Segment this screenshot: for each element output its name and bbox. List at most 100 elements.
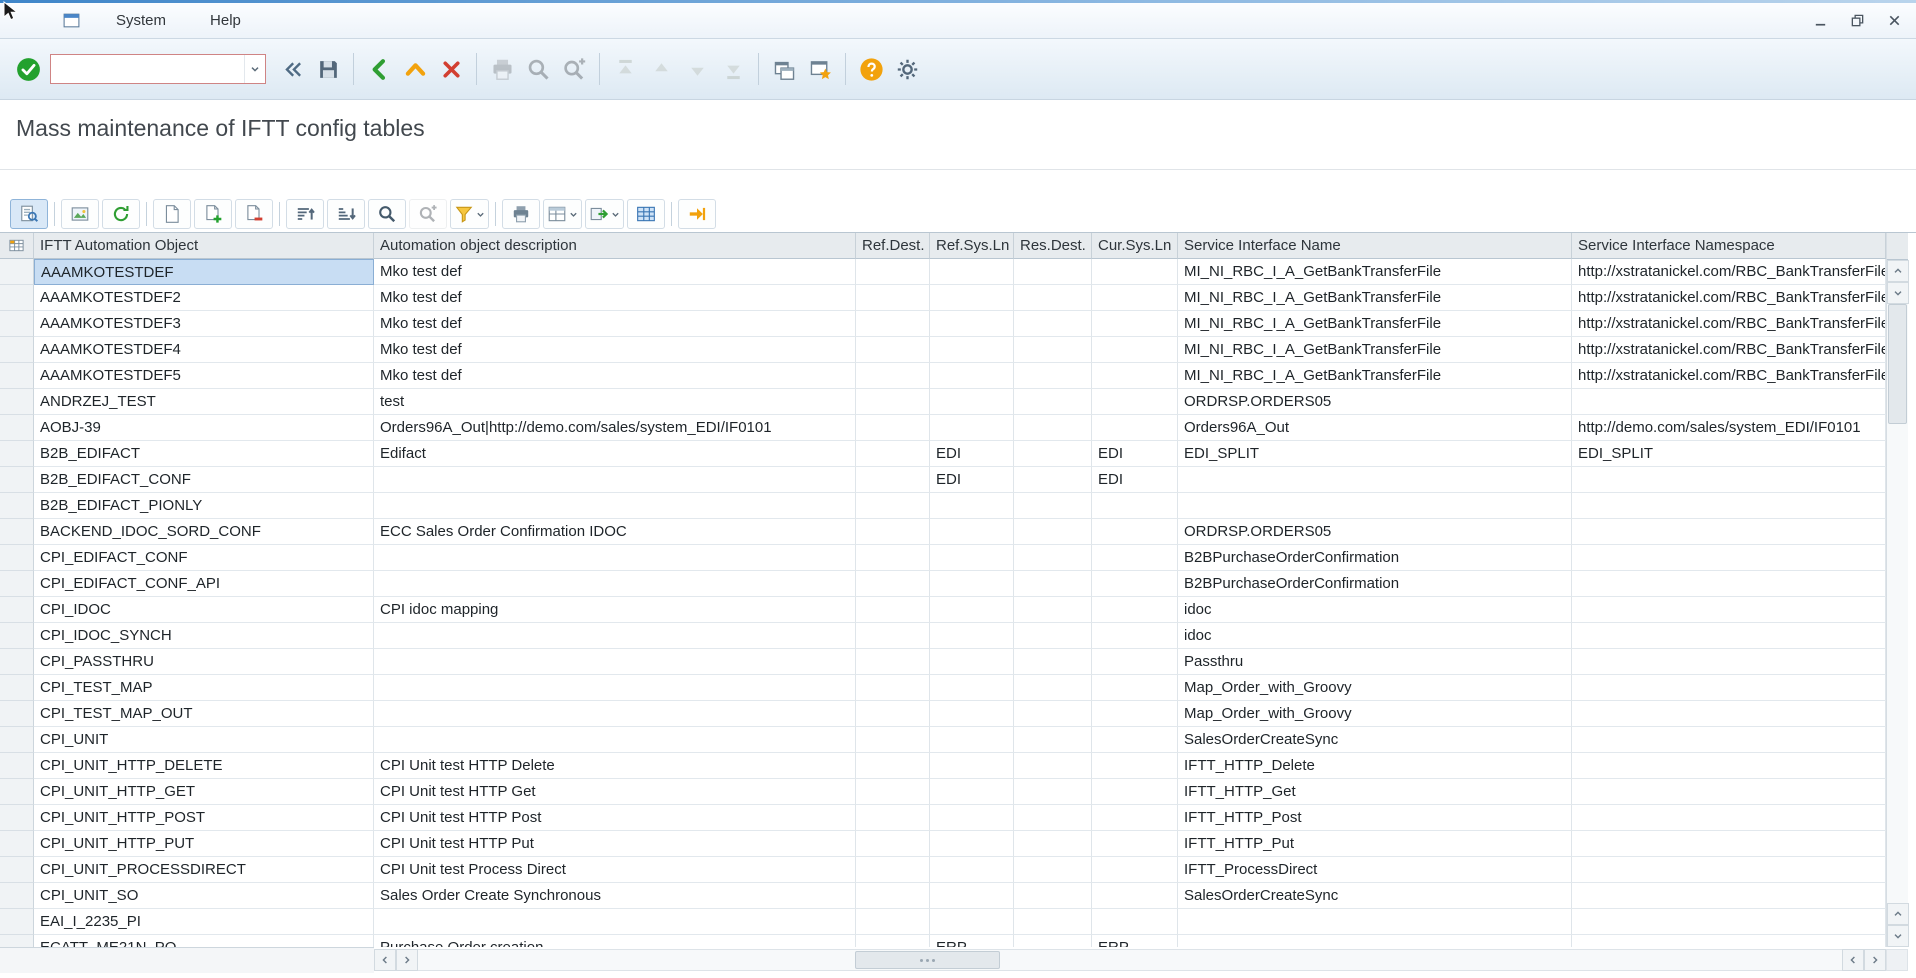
row-selector[interactable] [0,415,34,441]
cell[interactable]: http://xstratanickel.com/RBC_BankTransfe… [1572,259,1886,285]
cell[interactable] [930,285,1014,311]
cell[interactable] [1572,779,1886,805]
cell[interactable] [1572,597,1886,623]
cell[interactable] [1092,389,1178,415]
row-selector[interactable] [0,571,34,597]
cell[interactable]: MI_NI_RBC_I_A_GetBankTransferFile [1178,337,1572,363]
cell[interactable]: CPI Unit test HTTP Delete [374,753,856,779]
page-up-button[interactable] [643,51,679,87]
cell[interactable] [1014,909,1092,935]
cell[interactable]: http://xstratanickel.com/RBC_BankTransfe… [1572,311,1886,337]
row-selector[interactable] [0,545,34,571]
cell[interactable]: CPI_EDIFACT_CONF [34,545,374,571]
command-field[interactable] [50,54,266,84]
cell[interactable]: IFTT_HTTP_Put [1178,831,1572,857]
row-selector[interactable] [0,753,34,779]
cell[interactable] [1014,883,1092,909]
cell[interactable]: AAAMKOTESTDEF4 [34,337,374,363]
cell[interactable] [930,259,1014,285]
command-dropdown-icon[interactable] [244,55,265,83]
help-button[interactable] [853,51,889,87]
cell[interactable]: CPI_PASSTHRU [34,649,374,675]
cell[interactable] [1092,701,1178,727]
cell[interactable]: IFTT_HTTP_Delete [1178,753,1572,779]
cell[interactable] [374,909,856,935]
cell[interactable]: IFTT_HTTP_Get [1178,779,1572,805]
cell[interactable] [856,493,930,519]
cell[interactable] [1014,753,1092,779]
cell[interactable] [1092,519,1178,545]
close-button[interactable] [1887,13,1902,28]
sort-ascending-button[interactable] [286,199,324,229]
cell[interactable] [374,701,856,727]
cell[interactable] [856,909,930,935]
scroll-down-button[interactable] [1887,282,1909,304]
cell[interactable] [1572,831,1886,857]
save-button[interactable] [310,51,346,87]
cell[interactable] [856,935,930,947]
cell[interactable] [856,259,930,285]
cell[interactable] [374,571,856,597]
back-button[interactable] [361,51,397,87]
row-selector[interactable] [0,909,34,935]
cell[interactable]: Purchase Order creation [374,935,856,947]
cell[interactable]: EDI [1092,467,1178,493]
cell[interactable] [930,337,1014,363]
cell[interactable] [930,779,1014,805]
refresh-button[interactable] [102,199,140,229]
cell[interactable] [930,623,1014,649]
menu-help[interactable]: Help [197,7,254,34]
cell[interactable] [1092,363,1178,389]
cell[interactable] [856,441,930,467]
scroll-left-button[interactable] [374,949,396,971]
restore-button[interactable] [1850,13,1865,28]
cell[interactable]: http://demo.com/sales/system_EDI/IF0101 [1572,415,1886,441]
cell[interactable]: B2B_EDIFACT_CONF [34,467,374,493]
row-selector[interactable] [0,597,34,623]
cell[interactable] [1014,857,1092,883]
filter-button[interactable] [450,199,489,229]
cell[interactable] [856,467,930,493]
cell[interactable]: Sales Order Create Synchronous [374,883,856,909]
first-page-button[interactable] [607,51,643,87]
cell[interactable] [1092,337,1178,363]
cell[interactable] [930,519,1014,545]
cell[interactable] [1572,389,1886,415]
cell[interactable]: EDI [930,441,1014,467]
create-entry-button[interactable] [153,199,191,229]
cell[interactable] [1572,753,1886,779]
cell[interactable]: Map_Order_with_Groovy [1178,701,1572,727]
row-selector[interactable] [0,779,34,805]
cell[interactable]: SalesOrderCreateSync [1178,727,1572,753]
cell[interactable]: B2B_EDIFACT_PIONLY [34,493,374,519]
row-selector[interactable] [0,259,34,285]
row-selector[interactable] [0,285,34,311]
menu-system[interactable]: System [103,7,179,34]
cell[interactable] [374,493,856,519]
cell[interactable]: CPI_IDOC_SYNCH [34,623,374,649]
session-window-icon[interactable] [62,11,81,30]
minimize-button[interactable] [1813,13,1828,28]
cell[interactable]: AAAMKOTESTDEF [34,259,374,285]
cell[interactable] [856,805,930,831]
row-selector[interactable] [0,441,34,467]
cell[interactable] [930,649,1014,675]
scroll-right-button[interactable] [1864,949,1886,971]
cell[interactable]: test [374,389,856,415]
cell[interactable] [856,311,930,337]
column-header[interactable]: Automation object description [374,233,856,259]
cell[interactable] [856,831,930,857]
cell[interactable] [856,337,930,363]
cell[interactable] [1092,675,1178,701]
column-header[interactable]: Cur.Sys.Ln [1092,233,1178,259]
cell[interactable] [374,545,856,571]
cell[interactable] [374,675,856,701]
cell[interactable] [1092,545,1178,571]
cell[interactable]: B2BPurchaseOrderConfirmation [1178,545,1572,571]
cell[interactable] [1014,649,1092,675]
cell[interactable] [930,675,1014,701]
cell[interactable] [930,701,1014,727]
cell[interactable] [1572,649,1886,675]
vertical-scroll-track[interactable] [1887,304,1908,903]
cell[interactable] [1092,285,1178,311]
